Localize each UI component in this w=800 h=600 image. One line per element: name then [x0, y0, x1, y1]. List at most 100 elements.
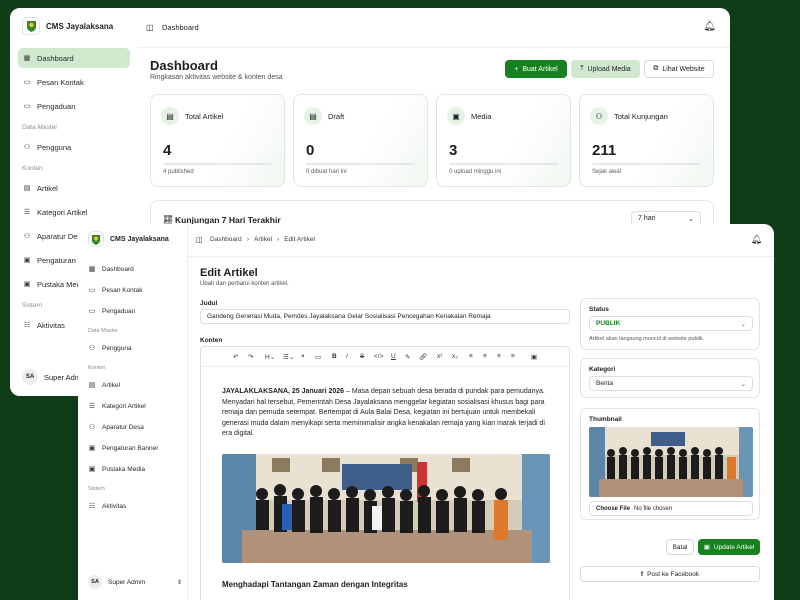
sidebar-item-label: Pengaduan	[102, 307, 136, 315]
italic-icon[interactable]: I	[346, 353, 348, 360]
sidebar-item-label: Artikel	[37, 183, 58, 193]
choose-file-button[interactable]: Choose File	[596, 506, 630, 512]
sidebar-item-pesan-kontak[interactable]: ▭ Pesan Kontak	[18, 72, 130, 92]
judul-input[interactable]: Gandeng Generasi Muda, Pemdes Jayalaksan…	[200, 309, 570, 324]
button-label: Upload Media	[587, 65, 631, 73]
bold-icon[interactable]: B	[332, 353, 337, 360]
sidebar-item-pustaka[interactable]: ▣ Pustaka Media	[84, 460, 181, 478]
sidebar-item-pengaduan[interactable]: ▭ Pengaduan	[18, 96, 130, 116]
link-icon[interactable]: 🔗︎	[419, 353, 427, 361]
stat-card-total-artikel: ▤ Total Artikel 4 4 published	[150, 94, 285, 187]
chevron-down-icon: ⌄	[688, 216, 694, 223]
nav-main: ▦ Dashboard ▭ Pesan Kontak ▭ Pengaduan D…	[78, 260, 187, 518]
stat-card-kunjungan: ⚇ Total Kunjungan 211 Sejak awal	[579, 94, 714, 187]
users-icon: ⚇	[88, 345, 96, 352]
upload-media-button[interactable]: ⤒ Upload Media	[571, 60, 640, 78]
breadcrumb-item[interactable]: Artikel	[254, 236, 272, 243]
post-facebook-button[interactable]: f Post ke Facebook	[580, 566, 760, 582]
avatar: SA	[88, 575, 102, 589]
section-label-sistem: Sistem	[88, 486, 105, 492]
update-article-button[interactable]: ▣ Update Artikel	[698, 539, 760, 555]
thumbnail-file-input[interactable]: Choose File No file chosen	[589, 501, 753, 516]
kategori-select[interactable]: Berita ⌄	[589, 376, 753, 391]
document-icon: ▤	[161, 107, 179, 125]
breadcrumb-item[interactable]: Dashboard	[210, 236, 242, 243]
brand-name: CMS Jayalaksana	[46, 21, 114, 31]
logo-icon	[22, 17, 40, 35]
user-icon: ⚇	[88, 424, 96, 431]
align-justify-icon[interactable]: ≡	[511, 353, 515, 360]
section-label-data-master: Data Master	[88, 328, 118, 334]
document-icon: ▤	[88, 382, 96, 389]
sidebar-item-aktivitas[interactable]: ☷ Aktivitas	[84, 497, 181, 515]
sidebar-item-dashboard[interactable]: ▦ Dashboard	[18, 48, 130, 68]
align-center-icon[interactable]: ≡	[483, 353, 487, 360]
sidebar-item-label: Dashboard	[102, 265, 134, 273]
status-panel: Status PUBLIK ⌄ Artikel akan langsung mu…	[580, 298, 760, 350]
align-left-icon[interactable]: ≡	[469, 353, 473, 360]
code-block-icon[interactable]: ▭	[315, 353, 321, 361]
heading-icon[interactable]: H⌄	[265, 353, 275, 361]
status-select[interactable]: PUBLIK ⌄	[589, 316, 753, 331]
sidebar-toggle-icon[interactable]: ◫	[196, 236, 203, 244]
upload-icon: ⤒	[580, 65, 584, 72]
sidebar-item-label: Aktivitas	[37, 320, 65, 330]
activity-icon: ☷	[23, 322, 31, 329]
strike-icon[interactable]: S	[360, 353, 364, 360]
button-label: Lihat Website	[662, 65, 705, 73]
sidebar-item-pengguna[interactable]: ⚇ Pengguna	[84, 339, 181, 357]
sidebar-item-label: Pesan Kontak	[37, 77, 84, 87]
image-icon: ▣	[88, 445, 96, 452]
chevron-updown-icon: ⇕	[176, 579, 182, 586]
page-title: Edit Artikel	[200, 267, 258, 279]
sidebar-item-pengaduan[interactable]: ▭ Pengaduan	[84, 302, 181, 320]
article-paragraph: JAYALAKLAKSANA, 25 Januari 2026 – Masa d…	[222, 387, 550, 440]
align-right-icon[interactable]: ≡	[497, 353, 501, 360]
image-insert-icon[interactable]: ▣	[531, 353, 537, 361]
redo-icon[interactable]: ↷	[248, 353, 253, 361]
sidebar-item-kategori[interactable]: ☰ Kategori Artikel	[84, 397, 181, 415]
sidebar-item-kategori[interactable]: ☰ Kategori Artikel	[18, 202, 130, 222]
code-icon[interactable]: </>	[374, 353, 383, 360]
judul-label: Judul	[200, 300, 218, 307]
view-website-button[interactable]: ⧉ Lihat Website	[644, 60, 714, 78]
sidebar-item-pesan-kontak[interactable]: ▭ Pesan Kontak	[84, 281, 181, 299]
bell-icon[interactable]: 🔔︎	[751, 234, 762, 245]
breadcrumb: Dashboard	[162, 23, 199, 32]
cancel-button[interactable]: Batal	[666, 539, 694, 555]
list-icon[interactable]: ☰⌄	[283, 353, 294, 361]
stat-value: 211	[592, 142, 617, 159]
superscript-icon[interactable]: x²	[437, 353, 442, 360]
sidebar-item-artikel[interactable]: ▤ Artikel	[18, 178, 130, 198]
page-subtitle: Ubah dan perbarui konten artikel.	[200, 281, 289, 287]
page-title: Dashboard	[150, 58, 218, 73]
stat-subtext: 0 dibuat hari ini	[306, 169, 347, 175]
content-editor[interactable]: ↶ ↷ H⌄ ☰⌄ ❝ ▭ B I S </> U ✎ 🔗︎ x² x₂ ≡ ≡…	[200, 346, 570, 600]
stat-label: Media	[471, 112, 492, 121]
blockquote-icon[interactable]: ❝	[301, 353, 305, 361]
sidebar-item-banner[interactable]: ▣ Pengaturan Banner	[84, 439, 181, 457]
highlight-icon[interactable]: ✎	[405, 353, 410, 361]
stat-divider	[163, 163, 272, 165]
bell-icon[interactable]: 🔔︎	[703, 21, 716, 32]
user-menu[interactable]: SA Super Admin ⇕	[88, 575, 182, 589]
sidebar-item-aparatur[interactable]: ⚇ Aparatur Desa	[84, 418, 181, 436]
sidebar-item-artikel[interactable]: ▤ Artikel	[84, 376, 181, 394]
subscript-icon[interactable]: x₂	[452, 353, 458, 360]
brand[interactable]: CMS Jayalaksana	[88, 231, 169, 247]
sidebar-toggle-icon[interactable]: ◫	[146, 23, 154, 32]
facebook-icon: f	[640, 570, 644, 578]
underline-icon[interactable]: U	[391, 353, 396, 360]
sidebar-item-dashboard[interactable]: ▦ Dashboard	[84, 260, 181, 278]
undo-icon[interactable]: ↶	[233, 353, 238, 361]
stat-divider	[592, 163, 701, 165]
stat-divider	[306, 163, 415, 165]
sidebar-item-pengguna[interactable]: ⚇ Pengguna	[18, 137, 130, 157]
sidebar-item-label: Pengguna	[37, 142, 72, 152]
create-article-button[interactable]: + Buat Artikel	[505, 60, 567, 78]
user-menu[interactable]: SA Super Admi	[22, 369, 83, 385]
brand[interactable]: CMS Jayalaksana	[22, 17, 113, 35]
stat-subtext: Sejak awal	[592, 169, 622, 175]
sidebar-item-label: Dashboard	[37, 53, 74, 63]
button-label: Update Artikel	[713, 543, 755, 551]
